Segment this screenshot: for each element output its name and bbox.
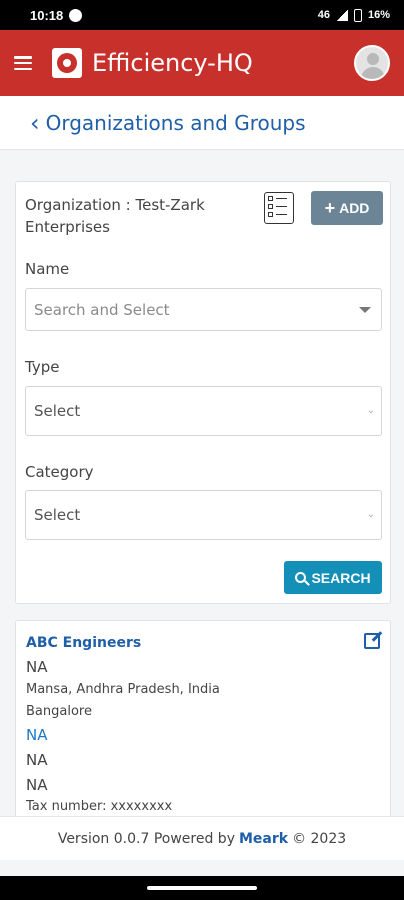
chevron-down-icon: ⌄: [366, 509, 375, 520]
signal-icon: [335, 9, 348, 21]
result-line: NA: [26, 658, 48, 676]
checklist-icon[interactable]: [264, 192, 294, 224]
add-button-label: ADD: [339, 200, 370, 216]
app-logo-icon: [52, 48, 82, 78]
name-placeholder: Search and Select: [34, 300, 170, 319]
type-value: Select: [34, 402, 81, 420]
battery-level: 16%: [367, 9, 390, 21]
menu-icon[interactable]: [14, 56, 32, 70]
footer-brand-link[interactable]: Meark: [239, 831, 288, 847]
footer-copyright: © 2023: [292, 830, 347, 847]
footer: Version 0.0.7 Powered by Meark © 2023: [0, 816, 404, 860]
chevron-down-icon: ⌄: [366, 405, 375, 416]
app-bar: Efficiency-HQ: [0, 30, 404, 96]
type-label: Type: [25, 358, 60, 376]
notification-icon: [69, 8, 83, 22]
page-title[interactable]: Organizations and Groups: [46, 111, 306, 135]
add-button[interactable]: + ADD: [311, 191, 383, 225]
network-label: 46: [317, 9, 330, 21]
system-nav-bar: [0, 876, 404, 900]
result-tax-number: Tax number: xxxxxxxx: [26, 799, 173, 814]
search-button-label: SEARCH: [311, 569, 371, 586]
name-label: Name: [25, 260, 70, 278]
status-bar: 10:18 46 16%: [0, 0, 404, 30]
search-button[interactable]: SEARCH: [284, 561, 382, 594]
battery-icon: [353, 8, 362, 22]
avatar[interactable]: [354, 45, 390, 81]
page-header: ‹ Organizations and Groups: [0, 96, 404, 150]
home-gesture-handle[interactable]: [147, 886, 257, 890]
status-time: 10:18: [30, 7, 64, 23]
footer-version: Version 0.0.7 Powered by: [57, 830, 235, 847]
type-select[interactable]: Select ⌄: [25, 386, 382, 436]
status-icons: 46 16%: [317, 8, 390, 22]
edit-icon[interactable]: [364, 633, 380, 649]
filter-card: Organization : Test-Zark Enterprises + A…: [15, 181, 391, 604]
result-name[interactable]: ABC Engineers: [26, 635, 141, 651]
result-line: NA: [26, 751, 48, 769]
category-label: Category: [25, 463, 94, 481]
category-value: Select: [34, 506, 81, 524]
name-search-select[interactable]: Search and Select: [25, 288, 382, 331]
plus-icon: +: [324, 198, 336, 218]
result-address: Mansa, Andhra Pradesh, India: [26, 682, 220, 697]
caret-down-icon: [359, 306, 371, 313]
category-select[interactable]: Select ⌄: [25, 490, 382, 540]
result-city: Bangalore: [26, 704, 92, 719]
search-icon: [295, 572, 307, 583]
result-line: NA: [26, 776, 48, 794]
organization-label: Organization : Test-Zark Enterprises: [25, 196, 205, 236]
result-link[interactable]: NA: [26, 726, 47, 744]
app-title: Efficiency-HQ: [92, 49, 253, 77]
chevron-left-icon[interactable]: ‹: [30, 111, 40, 135]
